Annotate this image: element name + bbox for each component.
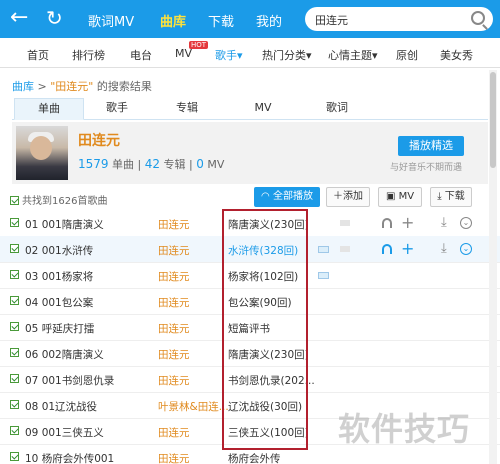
subnav-mv[interactable]: MV HOT (175, 41, 209, 60)
add-icon[interactable]: + (401, 213, 414, 232)
song-singer[interactable]: 田连元 (158, 373, 190, 388)
sub-nav: 首页 排行榜 电台 MV HOT 歌手▾ 热门分类▾ 心情主题▾ 原创 美女秀 (0, 38, 500, 68)
row-checkbox[interactable] (10, 348, 19, 357)
subnav-categories[interactable]: 热门分类▾ (262, 47, 312, 63)
song-singer[interactable]: 田连元 (158, 217, 190, 232)
row-checkbox[interactable] (10, 374, 19, 383)
download-icon[interactable]: ⤓ (441, 215, 447, 230)
song-title[interactable]: 07 001书剑恩仇录 (25, 373, 114, 388)
song-singer[interactable]: 叶景林&田连... (158, 399, 229, 414)
song-singer[interactable]: 田连元 (158, 321, 190, 336)
song-title[interactable]: 01 001隋唐演义 (25, 217, 104, 232)
nav-library[interactable]: 曲库 (160, 11, 186, 30)
headphone-icon[interactable] (382, 218, 392, 228)
hot-badge: HOT (188, 41, 209, 49)
mv-button[interactable]: ▣ MV (378, 187, 422, 207)
download-icon[interactable]: ⤓ (441, 241, 447, 256)
mv-icon[interactable] (318, 246, 329, 253)
artist-avatar[interactable] (16, 126, 68, 180)
artist-slogan: 与好音乐不期而遇 (390, 163, 463, 173)
row-checkbox[interactable] (10, 322, 19, 331)
subnav-moods[interactable]: 心情主题▾ (328, 47, 378, 63)
scrollbar-thumb[interactable] (490, 72, 496, 168)
row-checkbox[interactable] (10, 296, 19, 305)
row-checkbox[interactable] (10, 244, 19, 253)
row-checkbox[interactable] (10, 218, 19, 227)
song-title[interactable]: 08 01辽沈战役 (25, 399, 97, 414)
plus-icon: ＋ (333, 191, 343, 202)
song-singer[interactable]: 田连元 (158, 295, 190, 310)
nav-lyrics-mv[interactable]: 歌词MV (88, 11, 134, 30)
result-tabs: 单曲 歌手 专辑 MV 歌词 (12, 98, 488, 120)
play-picks-button[interactable]: 播放精选 (398, 136, 464, 156)
song-singer[interactable]: 田连元 (158, 425, 190, 440)
headphone-icon[interactable] (382, 244, 392, 254)
row-checkbox[interactable] (10, 426, 19, 435)
total-count: 共找到1626首歌曲 (10, 192, 107, 207)
search-box[interactable]: 田连元 (305, 7, 493, 31)
search-input[interactable]: 田连元 (315, 12, 348, 28)
play-all-button[interactable]: ◠ 全部播放 (254, 187, 320, 207)
subnav-home[interactable]: 首页 (27, 47, 49, 63)
artist-name[interactable]: 田连元 (78, 130, 120, 150)
artist-card: 田连元 1579 单曲 | 42 专辑 | 0 MV 播放精选 与好音乐不期而遇 (12, 122, 488, 184)
tab-albums[interactable]: 专辑 (152, 98, 222, 120)
refresh-icon[interactable]: ↻ (46, 6, 70, 30)
more-icon[interactable]: ⌄ (460, 217, 472, 229)
quality-icon (340, 246, 350, 252)
back-arrow-icon[interactable]: ← (10, 7, 34, 31)
watermark: 软件技巧 (338, 410, 471, 448)
subnav-radio[interactable]: 电台 (130, 47, 152, 63)
album-count: 42 (144, 157, 161, 171)
song-toolbar: 共找到1626首歌曲 ◠ 全部播放 ＋添加 ▣ MV ⤓ 下载 (0, 186, 500, 210)
subnav-original[interactable]: 原创 (396, 47, 418, 63)
tab-mv[interactable]: MV (228, 98, 298, 120)
song-title[interactable]: 03 001杨家将 (25, 269, 93, 284)
download-button[interactable]: ⤓ 下载 (430, 187, 472, 207)
song-title[interactable]: 10 杨府会外传001 (25, 451, 114, 464)
row-checkbox[interactable] (10, 400, 19, 409)
film-icon: ▣ (385, 191, 399, 202)
song-album[interactable]: 杨府会外传 (228, 451, 281, 464)
headphone-icon: ◠ (261, 191, 273, 202)
song-title[interactable]: 06 002隋唐演义 (25, 347, 104, 362)
song-title[interactable]: 04 001包公案 (25, 295, 93, 310)
song-singer[interactable]: 田连元 (158, 243, 190, 258)
mv-icon[interactable] (318, 272, 329, 279)
row-checkbox[interactable] (10, 452, 19, 461)
breadcrumb-query: "田连元" (50, 80, 94, 93)
song-singer[interactable]: 田连元 (158, 347, 190, 362)
row-checkbox[interactable] (10, 270, 19, 279)
nav-mine[interactable]: 我的 (256, 11, 282, 30)
quality-icon (340, 220, 350, 226)
song-count: 1579 (78, 157, 109, 171)
more-icon[interactable]: ⌄ (460, 243, 472, 255)
top-bar: ← ↻ 歌词MV 曲库 下载 我的 田连元 (0, 0, 500, 38)
breadcrumb-library-link[interactable]: 曲库 (12, 80, 34, 93)
album-highlight-box (222, 209, 308, 450)
tab-singers[interactable]: 歌手 (82, 98, 152, 120)
song-title[interactable]: 09 001三侠五义 (25, 425, 104, 440)
add-icon[interactable]: + (401, 239, 414, 258)
mv-count: 0 (196, 157, 204, 171)
subnav-charts[interactable]: 排行榜 (72, 47, 105, 63)
song-title[interactable]: 02 001水浒传 (25, 243, 93, 258)
subnav-singers[interactable]: 歌手▾ (215, 47, 243, 63)
download-icon: ⤓ (437, 191, 445, 202)
song-singer[interactable]: 田连元 (158, 451, 190, 464)
breadcrumb: 曲库 > "田连元" 的搜索结果 (12, 80, 152, 93)
tab-songs[interactable]: 单曲 (14, 98, 84, 120)
search-icon[interactable] (471, 11, 485, 25)
subnav-beauty-show[interactable]: 美女秀 (440, 47, 473, 63)
artist-stats: 1579 单曲 | 42 专辑 | 0 MV (78, 157, 225, 171)
nav-download[interactable]: 下载 (208, 11, 234, 30)
song-singer[interactable]: 田连元 (158, 269, 190, 284)
tab-lyrics[interactable]: 歌词 (302, 98, 372, 120)
add-button[interactable]: ＋添加 (326, 187, 370, 207)
select-all-checkbox[interactable] (10, 196, 19, 205)
song-title[interactable]: 05 呼延庆打擂 (25, 321, 94, 336)
scrollbar[interactable] (489, 70, 497, 464)
